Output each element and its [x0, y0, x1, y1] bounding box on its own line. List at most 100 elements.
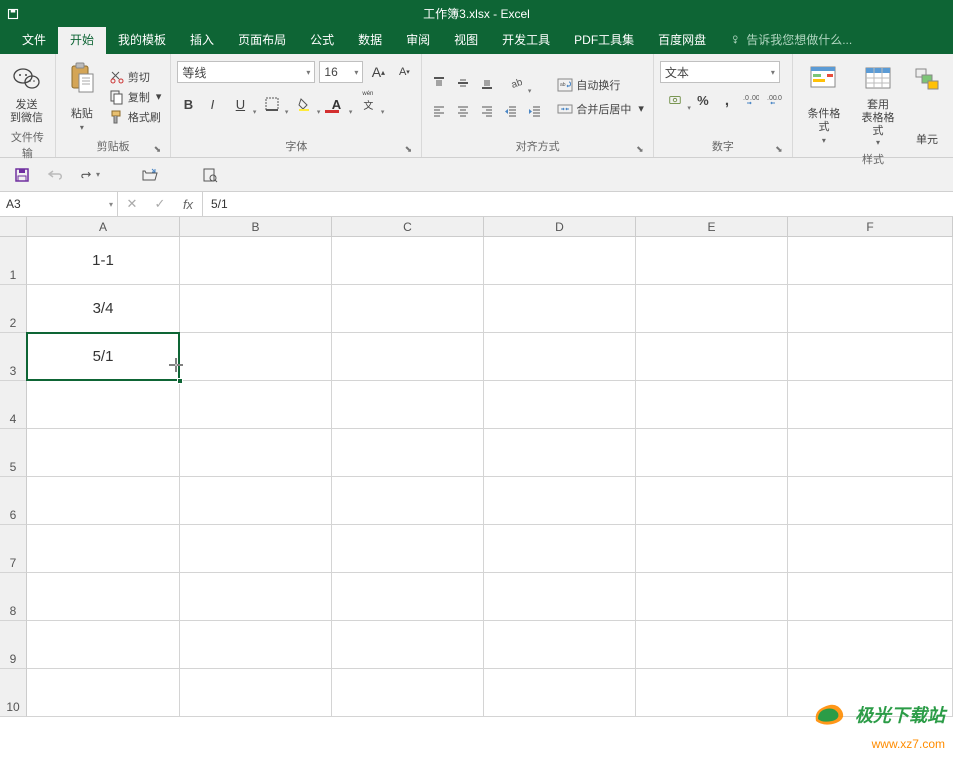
cell-F6[interactable]: [788, 477, 953, 525]
conditional-format-button[interactable]: 条件格式▾: [799, 57, 849, 149]
qat-print-preview-button[interactable]: [200, 165, 220, 185]
cancel-formula-button[interactable]: ✕: [118, 196, 146, 212]
row-header-4[interactable]: 4: [0, 381, 27, 429]
tell-me-search[interactable]: 告诉我您想做什么...: [730, 31, 852, 54]
qat-redo-button[interactable]: ▾: [80, 165, 100, 185]
cell-D4[interactable]: [484, 381, 636, 429]
select-all-corner[interactable]: [0, 217, 27, 237]
cell-C4[interactable]: [332, 381, 484, 429]
cell-E3[interactable]: [636, 333, 788, 381]
tab-formulas[interactable]: 公式: [298, 26, 346, 54]
bold-button[interactable]: B: [177, 93, 199, 115]
cell-B5[interactable]: [180, 429, 332, 477]
format-as-table-button[interactable]: 套用 表格格式 ▾: [853, 57, 903, 149]
cell-B7[interactable]: [180, 525, 332, 573]
cell-B1[interactable]: [180, 237, 332, 285]
cell-E9[interactable]: [636, 621, 788, 669]
align-bottom-button[interactable]: [476, 72, 498, 94]
cell-C6[interactable]: [332, 477, 484, 525]
name-box[interactable]: A3 ▾: [0, 192, 118, 216]
cells-area[interactable]: 1-1 3/4 5/1: [27, 237, 953, 717]
merge-center-button[interactable]: 合并后居中▾: [554, 100, 647, 118]
insert-function-button[interactable]: fx: [174, 197, 202, 212]
tab-review[interactable]: 审阅: [394, 26, 442, 54]
cell-D9[interactable]: [484, 621, 636, 669]
row-header-2[interactable]: 2: [0, 285, 27, 333]
cell-B9[interactable]: [180, 621, 332, 669]
number-format-combo[interactable]: 文本▾: [660, 61, 780, 83]
align-middle-button[interactable]: [452, 72, 474, 94]
cell-F4[interactable]: [788, 381, 953, 429]
fill-handle[interactable]: [177, 378, 183, 384]
decrease-decimal-button[interactable]: .00.0: [764, 89, 786, 111]
align-top-button[interactable]: [428, 72, 450, 94]
col-header-E[interactable]: E: [636, 217, 788, 237]
format-painter-button[interactable]: 格式刷: [106, 108, 165, 126]
decrease-font-button[interactable]: A▾: [393, 61, 415, 83]
font-name-combo[interactable]: 等线▾: [177, 61, 315, 83]
qat-undo-button[interactable]: [46, 165, 66, 185]
cell-E8[interactable]: [636, 573, 788, 621]
cell-E2[interactable]: [636, 285, 788, 333]
percent-button[interactable]: %: [692, 89, 714, 111]
cell-A9[interactable]: [27, 621, 180, 669]
cell-F8[interactable]: [788, 573, 953, 621]
clipboard-launcher-icon[interactable]: ⬊: [152, 144, 162, 154]
decrease-indent-button[interactable]: [500, 100, 522, 122]
row-header-8[interactable]: 8: [0, 573, 27, 621]
cell-D3[interactable]: [484, 333, 636, 381]
spreadsheet-grid[interactable]: A B C D E F 1 2 3 4 5 6 7 8 9 10 1-1 3/4…: [0, 217, 953, 759]
font-launcher-icon[interactable]: ⬊: [403, 144, 413, 154]
tab-page-layout[interactable]: 页面布局: [226, 26, 298, 54]
cell-C3[interactable]: [332, 333, 484, 381]
cell-A1[interactable]: 1-1: [27, 237, 180, 285]
row-header-3[interactable]: 3: [0, 333, 27, 381]
row-header-5[interactable]: 5: [0, 429, 27, 477]
tab-developer[interactable]: 开发工具: [490, 26, 562, 54]
enter-formula-button[interactable]: ✓: [146, 196, 174, 212]
cell-C1[interactable]: [332, 237, 484, 285]
qat-save-button[interactable]: [12, 165, 32, 185]
cell-A7[interactable]: [27, 525, 180, 573]
italic-button[interactable]: I: [201, 93, 223, 115]
cell-C2[interactable]: [332, 285, 484, 333]
quick-save-icon[interactable]: [6, 7, 20, 21]
comma-button[interactable]: ,: [716, 89, 738, 111]
tab-pdf-tools[interactable]: PDF工具集: [562, 26, 646, 54]
cell-D2[interactable]: [484, 285, 636, 333]
phonetic-guide-button[interactable]: wén文▾: [353, 93, 383, 115]
increase-decimal-button[interactable]: .0.00: [740, 89, 762, 111]
cell-D1[interactable]: [484, 237, 636, 285]
cell-C7[interactable]: [332, 525, 484, 573]
tab-data[interactable]: 数据: [346, 26, 394, 54]
cell-F2[interactable]: [788, 285, 953, 333]
cell-E1[interactable]: [636, 237, 788, 285]
cell-styles-button[interactable]: 单元: [907, 57, 947, 149]
cell-B8[interactable]: [180, 573, 332, 621]
cell-A5[interactable]: [27, 429, 180, 477]
cell-E5[interactable]: [636, 429, 788, 477]
cell-A8[interactable]: [27, 573, 180, 621]
wrap-text-button[interactable]: ab 自动换行: [554, 76, 647, 94]
cell-E4[interactable]: [636, 381, 788, 429]
alignment-launcher-icon[interactable]: ⬊: [635, 144, 645, 154]
increase-indent-button[interactable]: [524, 100, 546, 122]
cell-F9[interactable]: [788, 621, 953, 669]
copy-button[interactable]: 复制▾: [106, 88, 165, 106]
cell-B6[interactable]: [180, 477, 332, 525]
cell-F7[interactable]: [788, 525, 953, 573]
qat-open-button[interactable]: [140, 165, 160, 185]
row-header-10[interactable]: 10: [0, 669, 27, 717]
border-button[interactable]: ▾: [257, 93, 287, 115]
cell-C8[interactable]: [332, 573, 484, 621]
cell-B4[interactable]: [180, 381, 332, 429]
col-header-D[interactable]: D: [484, 217, 636, 237]
tab-baidu-disk[interactable]: 百度网盘: [646, 26, 718, 54]
cut-button[interactable]: 剪切: [106, 68, 165, 86]
cell-B2[interactable]: [180, 285, 332, 333]
cell-F1[interactable]: [788, 237, 953, 285]
send-to-wechat-button[interactable]: 发送 到微信: [6, 57, 47, 127]
number-launcher-icon[interactable]: ⬊: [774, 144, 784, 154]
font-size-combo[interactable]: 16▾: [319, 61, 363, 83]
cell-A4[interactable]: [27, 381, 180, 429]
